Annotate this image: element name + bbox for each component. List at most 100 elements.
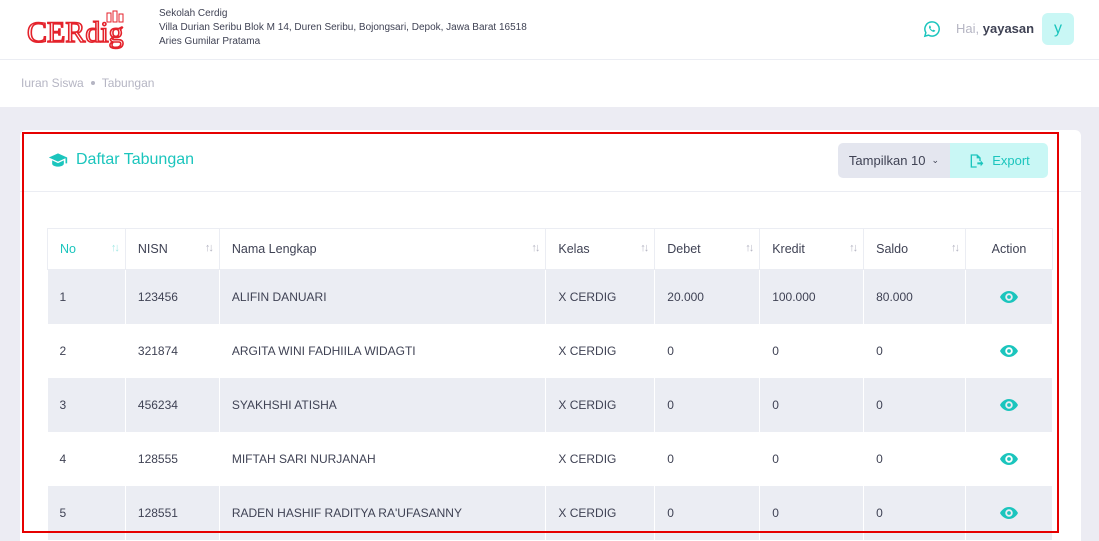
eye-icon[interactable] [1000,398,1018,412]
cell-saldo: 0 [863,485,967,540]
whatsapp-icon[interactable] [923,20,941,38]
column-header-kelas[interactable]: Kelas ↑↓ [545,228,656,270]
eye-icon[interactable] [1000,290,1018,304]
cell-kredit: 0 [759,323,865,378]
cell-debet: 0 [654,323,761,378]
cell-saldo: 0 [863,377,967,432]
table-row: 5 128551 RADEN HASHIF RADITYA RA'UFASANN… [47,485,1053,540]
avatar[interactable]: y [1042,13,1074,45]
column-header-nisn[interactable]: NISN ↑↓ [124,228,220,270]
cell-nama: MIFTAH SARI NURJANAH [219,431,547,486]
sort-icon[interactable]: ↑↓ [640,242,649,254]
column-header-label: Debet [667,242,701,256]
column-header-label: Saldo [876,242,909,256]
cell-no: 1 [47,269,126,324]
cell-action [965,485,1053,540]
sort-icon[interactable]: ↑↓ [531,242,540,254]
table-row: 2 321874 ARGITA WINI FADHIILA WIDAGTI X … [47,323,1053,378]
sort-icon[interactable]: ↑↓ [111,242,120,254]
cell-action [965,431,1053,486]
cell-debet: 0 [654,377,761,432]
column-header-kredit[interactable]: Kredit ↑↓ [759,228,865,270]
school-name: Sekolah Cerdig [159,8,228,19]
top-header: CERdig Sekolah Cerdig Villa Durian Serib… [0,0,1099,60]
cell-nama: ALIFIN DANUARI [219,269,547,324]
cell-kelas: X CERDIG [545,431,656,486]
column-header-no[interactable]: No ↑↓ [47,228,126,270]
card-title-text: Daftar Tabungan [76,151,195,168]
cell-no: 3 [47,377,126,432]
cell-nama: SYAKHSHI ATISHA [219,377,547,432]
cell-kredit: 0 [759,431,865,486]
column-header-label: No [60,242,76,256]
cell-nisn: 128551 [125,485,220,540]
sort-icon[interactable]: ↑↓ [951,242,960,254]
cell-kelas: X CERDIG [545,377,656,432]
school-info: Sekolah Cerdig Villa Durian Seribu Blok … [159,7,527,49]
column-header-label: Kelas [558,242,590,256]
column-header-label: Nama Lengkap [231,242,317,256]
page-size-dropdown[interactable]: Tampilkan 10 ⌄ [838,143,950,178]
subheader: Iuran Siswa Tabungan [0,60,1099,107]
cell-action [965,377,1053,432]
column-header-label: NISN [137,242,168,256]
cell-debet: 20.000 [654,269,761,324]
graduation-cap-icon [48,153,68,167]
cell-no: 2 [47,323,126,378]
breadcrumb-item-tabungan[interactable]: Tabungan [102,76,155,90]
table-row: 4 128555 MIFTAH SARI NURJANAH X CERDIG 0… [47,431,1053,486]
cell-nisn: 321874 [125,323,220,378]
column-header-debet[interactable]: Debet ↑↓ [654,228,761,270]
cell-saldo: 80.000 [863,269,967,324]
cell-no: 5 [47,485,126,540]
export-button[interactable]: Export [950,143,1048,178]
cell-nama: RADEN HASHIF RADITYA RA'UFASANNY [219,485,547,540]
cell-action [965,269,1053,324]
export-file-icon [970,153,984,168]
card-toolbar: Tampilkan 10 ⌄ Export [838,143,1048,178]
table-header-row: No ↑↓ NISN ↑↓ Nama Lengkap ↑↓ Kelas ↑↓ Debet… [47,228,1053,270]
breadcrumb-separator [90,81,95,85]
sort-icon[interactable]: ↑↓ [849,242,858,254]
cell-nisn: 128555 [125,431,220,486]
table-row: 1 123456 ALIFIN DANUARI X CERDIG 20.000 … [47,269,1053,324]
sort-icon[interactable]: ↑↓ [745,242,754,254]
eye-icon[interactable] [1000,452,1018,466]
column-header-saldo[interactable]: Saldo ↑↓ [863,228,967,270]
school-address: Villa Durian Seribu Blok M 14, Duren Ser… [159,22,527,33]
cell-kelas: X CERDIG [545,485,656,540]
column-header-action: Action [965,228,1053,270]
column-header-nama-lengkap[interactable]: Nama Lengkap ↑↓ [218,228,547,270]
username: yayasan [982,21,1035,36]
cell-kredit: 0 [759,377,865,432]
logo[interactable]: CERdig [27,10,147,52]
cell-kredit: 0 [759,485,865,540]
chevron-down-icon: ⌄ [931,155,940,165]
cell-action [965,323,1053,378]
breadcrumb-item-iuran-siswa[interactable]: Iuran Siswa [21,76,84,90]
cell-nama: ARGITA WINI FADHIILA WIDAGTI [219,323,547,378]
cell-no: 4 [47,431,126,486]
table-row: 3 456234 SYAKHSHI ATISHA X CERDIG 0 0 0 [47,377,1053,432]
cell-kelas: X CERDIG [545,323,656,378]
cell-saldo: 0 [863,431,967,486]
school-contact: Aries Gumilar Pratama [159,36,261,47]
cell-nisn: 123456 [125,269,220,324]
savings-card: Daftar Tabungan Tampilkan 10 ⌄ Export No… [20,130,1081,541]
page-size-label: Tampilkan 10 [848,153,926,168]
sort-icon[interactable]: ↑↓ [205,242,214,254]
greeting-prefix: Hai, [956,21,980,36]
eye-icon[interactable] [1000,506,1018,520]
greeting: Hai, yayasan [956,21,1034,36]
cell-nisn: 456234 [125,377,220,432]
card-title: Daftar Tabungan [48,151,194,169]
export-label: Export [992,153,1030,168]
cell-kelas: X CERDIG [545,269,656,324]
cell-kredit: 100.000 [759,269,865,324]
cell-saldo: 0 [863,323,967,378]
breadcrumb: Iuran Siswa Tabungan [21,76,154,90]
logo-text: CERdig [27,16,124,49]
eye-icon[interactable] [1000,344,1018,358]
column-header-label: Kredit [772,242,805,256]
cell-debet: 0 [654,485,761,540]
